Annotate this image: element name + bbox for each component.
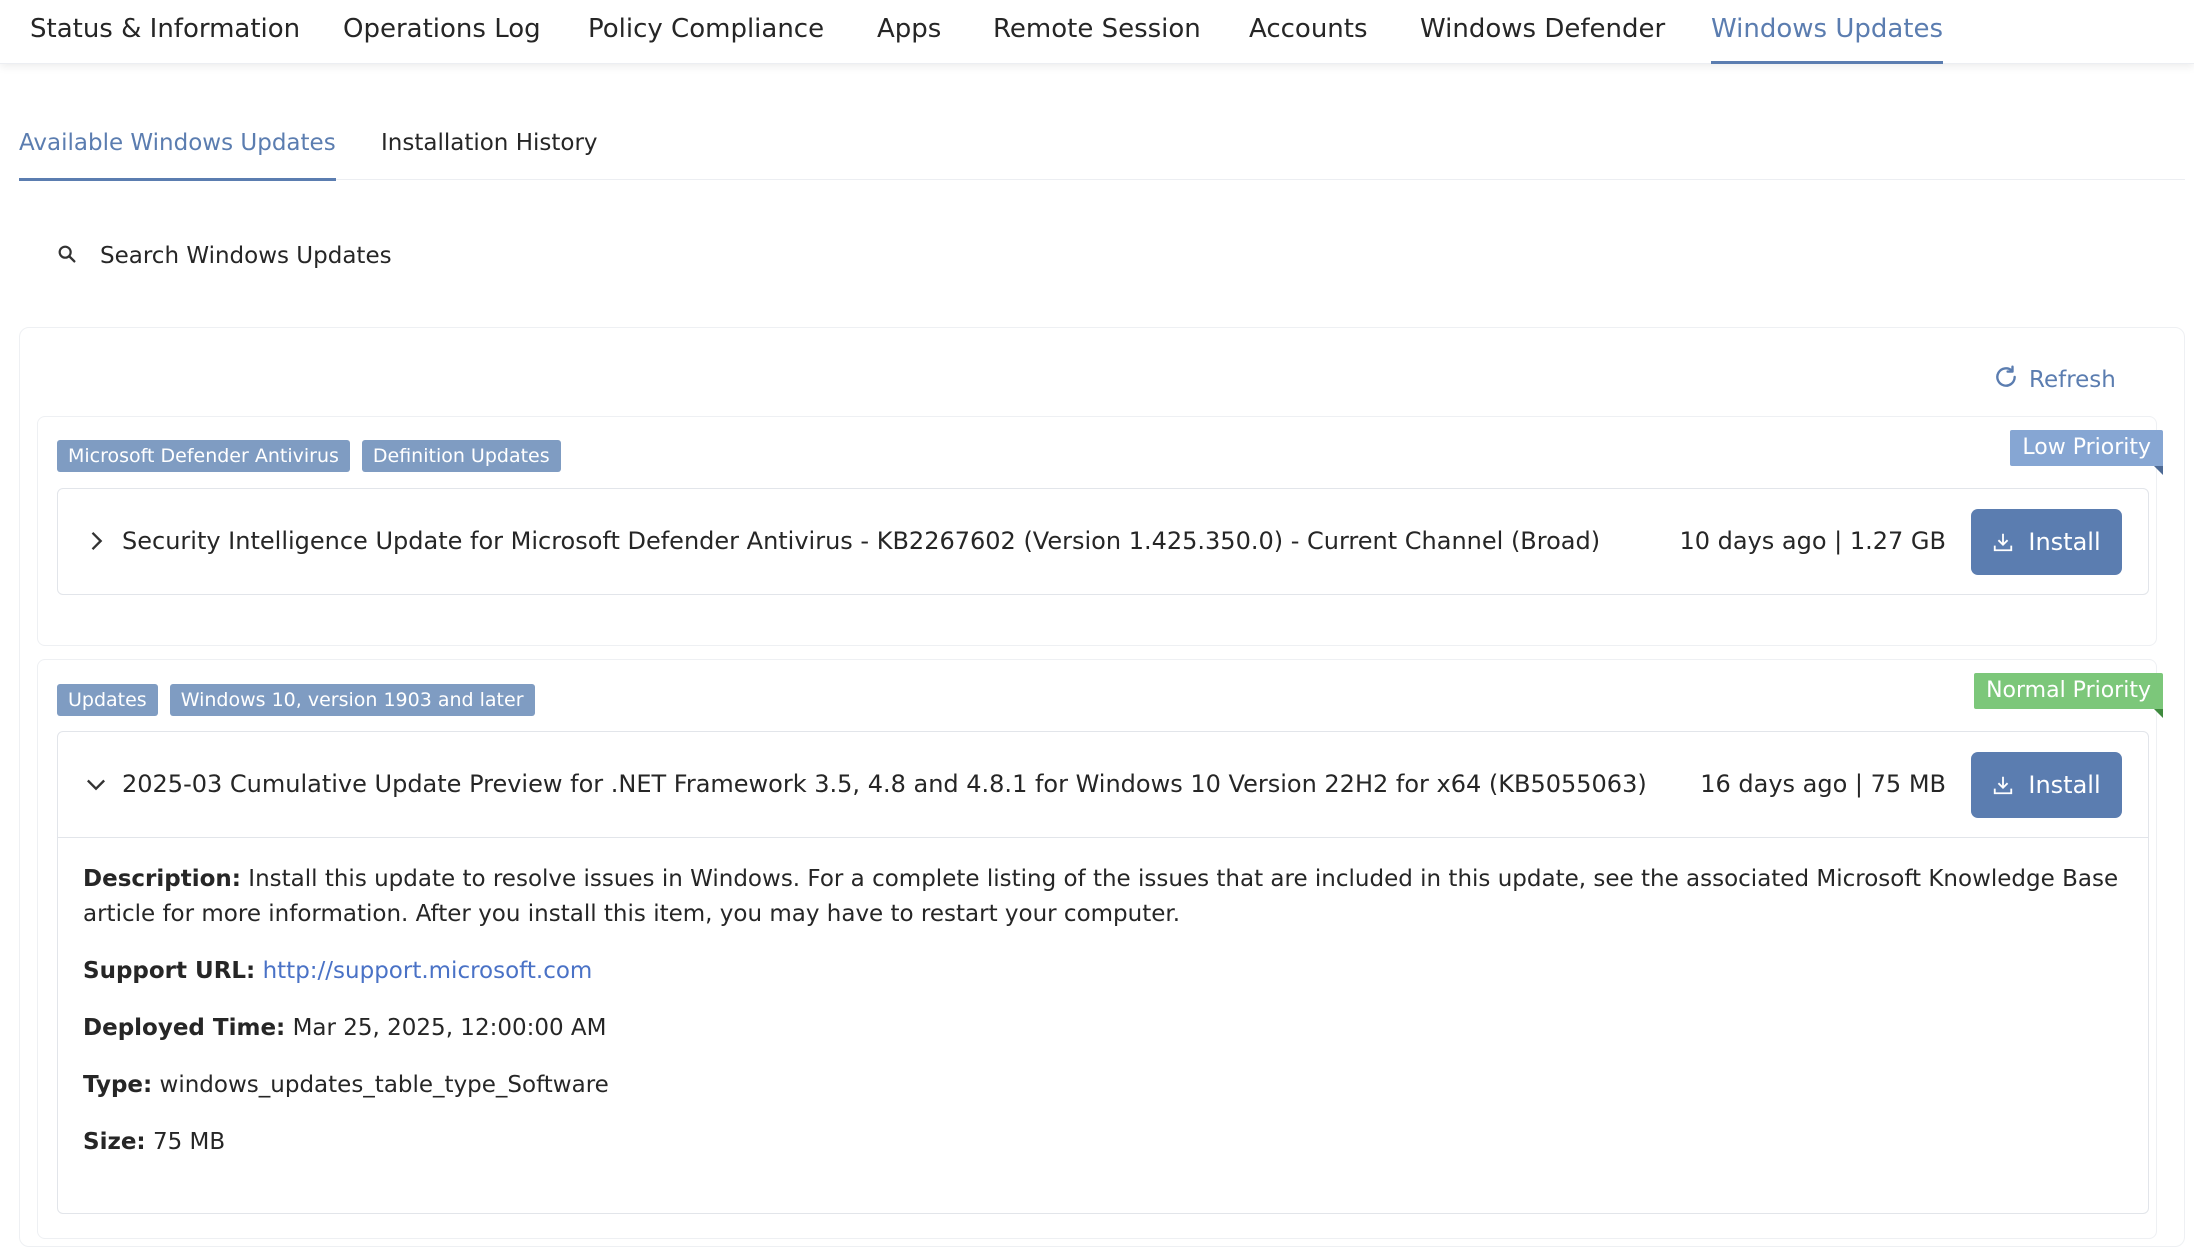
update-age-size: 10 days ago | 1.27 GB — [1679, 527, 1946, 555]
detail-type: Type: windows_updates_table_type_Softwar… — [83, 1068, 2122, 1103]
search-input[interactable] — [100, 243, 560, 269]
tab-remote-session[interactable]: Remote Session — [993, 0, 1201, 64]
tab-installation-history[interactable]: Installation History — [381, 118, 598, 180]
detail-support-url: Support URL: http://support.microsoft.co… — [83, 954, 2122, 989]
refresh-icon — [1993, 364, 2029, 396]
tag-badge: Microsoft Defender Antivirus — [57, 440, 350, 472]
update-card: Microsoft Defender Antivirus Definition … — [37, 416, 2163, 646]
update-age-size: 16 days ago | 75 MB — [1700, 770, 1946, 798]
detail-description: Description: Install this update to reso… — [83, 862, 2122, 932]
update-card: Updates Windows 10, version 1903 and lat… — [37, 659, 2163, 1239]
tab-windows-updates[interactable]: Windows Updates — [1711, 0, 1944, 64]
detail-label: Size: — [83, 1129, 146, 1155]
update-item-header[interactable]: Security Intelligence Update for Microso… — [58, 489, 2148, 594]
priority-badge: Normal Priority — [1974, 673, 2163, 718]
tag-badge: Updates — [57, 684, 158, 716]
update-item: 2025-03 Cumulative Update Preview for .N… — [57, 731, 2149, 1214]
tag-list: Microsoft Defender Antivirus Definition … — [57, 440, 561, 472]
update-item: Security Intelligence Update for Microso… — [57, 488, 2149, 595]
install-button[interactable]: Install — [1971, 752, 2122, 818]
detail-value: Install this update to resolve issues in… — [83, 866, 2119, 927]
install-label: Install — [2028, 771, 2101, 799]
detail-label: Support URL: — [83, 958, 256, 984]
chevron-right-icon[interactable] — [82, 527, 110, 555]
search-bar — [56, 236, 576, 276]
detail-label: Deployed Time: — [83, 1015, 286, 1041]
refresh-label: Refresh — [2029, 367, 2116, 393]
tab-operations-log[interactable]: Operations Log — [343, 0, 541, 64]
top-nav: Status & Information Operations Log Poli… — [0, 0, 2194, 64]
install-label: Install — [2028, 528, 2101, 556]
detail-value: 75 MB — [152, 1129, 226, 1155]
search-icon — [56, 243, 100, 269]
detail-size: Size: 75 MB — [83, 1125, 2122, 1160]
chevron-down-icon[interactable] — [82, 770, 110, 798]
support-url-link[interactable]: http://support.microsoft.com — [263, 958, 593, 984]
refresh-button[interactable]: Refresh — [1993, 362, 2116, 398]
tab-accounts[interactable]: Accounts — [1249, 0, 1368, 64]
priority-badge: Low Priority — [2010, 430, 2163, 475]
tab-policy-compliance[interactable]: Policy Compliance — [588, 0, 824, 64]
detail-deployed-time: Deployed Time: Mar 25, 2025, 12:00:00 AM — [83, 1011, 2122, 1046]
tag-list: Updates Windows 10, version 1903 and lat… — [57, 684, 535, 716]
tab-available-windows-updates[interactable]: Available Windows Updates — [19, 118, 336, 181]
install-button[interactable]: Install — [1971, 509, 2122, 575]
sub-tabs: Available Windows Updates Installation H… — [19, 118, 2185, 181]
update-item-header[interactable]: 2025-03 Cumulative Update Preview for .N… — [58, 732, 2148, 837]
detail-value: Mar 25, 2025, 12:00:00 AM — [292, 1015, 607, 1041]
tag-badge: Definition Updates — [361, 440, 561, 472]
download-icon — [1994, 533, 2013, 552]
update-title: Security Intelligence Update for Microso… — [122, 527, 1601, 555]
tab-windows-defender[interactable]: Windows Defender — [1420, 0, 1665, 64]
tab-status-information[interactable]: Status & Information — [30, 0, 300, 64]
download-icon — [1994, 776, 2013, 795]
detail-label: Type: — [83, 1072, 153, 1098]
detail-label: Description: — [83, 866, 241, 892]
tag-badge: Windows 10, version 1903 and later — [169, 684, 535, 716]
tab-apps[interactable]: Apps — [877, 0, 941, 64]
update-details: Description: Install this update to reso… — [58, 837, 2148, 1160]
detail-value: windows_updates_table_type_Software — [159, 1072, 609, 1098]
update-title: 2025-03 Cumulative Update Preview for .N… — [122, 770, 1647, 798]
